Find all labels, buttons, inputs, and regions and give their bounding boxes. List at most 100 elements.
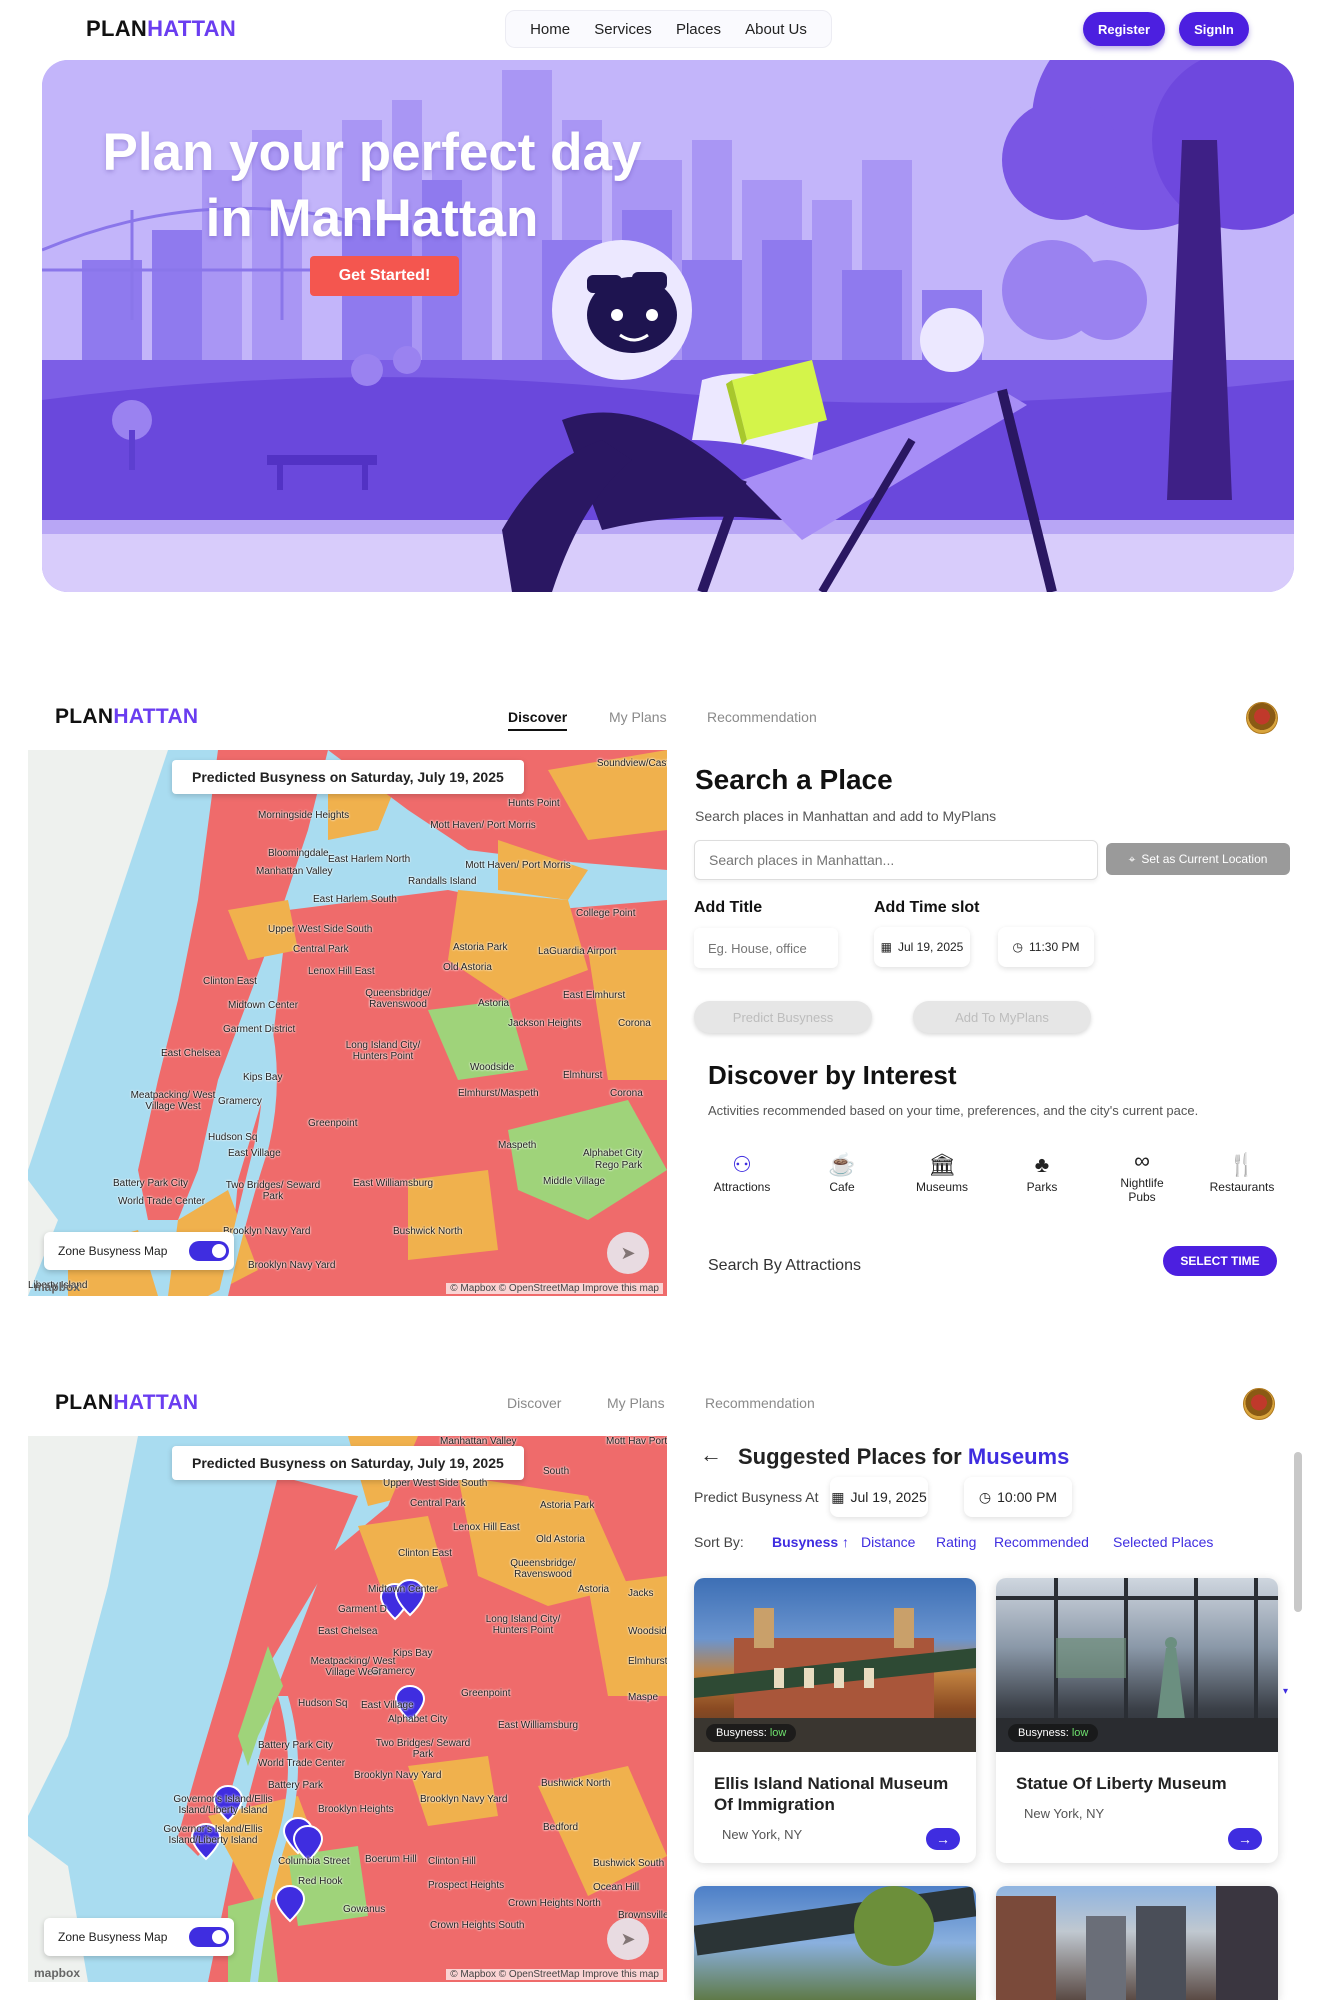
sort-selected-places[interactable]: Selected Places xyxy=(1113,1534,1213,1550)
map-label: Corona xyxy=(610,1088,643,1099)
tab-recommendation[interactable]: Recommendation xyxy=(707,709,817,725)
set-current-location-button[interactable]: ⌖ Set as Current Location xyxy=(1106,843,1290,875)
hero-banner: Plan your perfect day in ManHattan Get S… xyxy=(42,60,1294,592)
back-arrow-icon[interactable]: ← xyxy=(700,1442,722,1468)
tab-recommendation-2[interactable]: Recommendation xyxy=(705,1395,815,1411)
place-name: Ellis Island National Museum Of Immigrat… xyxy=(714,1774,949,1814)
search-input[interactable] xyxy=(694,840,1098,880)
category-parks[interactable]: ♣ Parks xyxy=(997,1150,1087,1194)
map-label: East Williamsburg xyxy=(498,1720,579,1731)
map-attribution[interactable]: © Mapbox © OpenStreetMap Improve this ma… xyxy=(446,1283,663,1294)
zone-busyness-toggle[interactable] xyxy=(189,1241,230,1261)
avatar[interactable] xyxy=(1246,702,1278,734)
map-label: Middle Village xyxy=(543,1176,606,1187)
nav-home[interactable]: Home xyxy=(530,21,570,38)
map-label: Astoria Park xyxy=(540,1500,595,1511)
map-label: Midtown Center xyxy=(228,1000,299,1011)
zone-busyness-toggle-box[interactable]: Zone Busyness Map xyxy=(44,1232,234,1270)
map-label: LaGuardia Airport xyxy=(538,946,617,957)
category-attractions[interactable]: ⚇ Attractions xyxy=(697,1150,787,1194)
arrow-right-icon[interactable]: → xyxy=(1228,1828,1262,1850)
map-label: Prospect Heights xyxy=(428,1880,505,1891)
place-card[interactable] xyxy=(694,1886,976,2000)
category-cafe[interactable]: ☕ Cafe xyxy=(797,1150,887,1194)
map-label: Garment D xyxy=(338,1604,387,1615)
discover-subtitle: Activities recommended based on your tim… xyxy=(708,1103,1199,1118)
scroll-down-icon[interactable]: ▾ xyxy=(1283,1686,1288,1697)
add-to-myplans-button[interactable]: Add To MyPlans xyxy=(913,1001,1091,1033)
title-input[interactable] xyxy=(694,928,838,968)
locate-icon-2[interactable]: ➤ xyxy=(607,1918,649,1960)
map-label: Manhattan Valley xyxy=(256,866,333,877)
map-label: Bushwick South xyxy=(593,1858,665,1869)
avatar-2[interactable] xyxy=(1243,1388,1275,1420)
tab-discover[interactable]: Discover xyxy=(508,709,568,731)
map-label: Alphabet City xyxy=(583,1148,643,1159)
time-picker[interactable]: ◷ 11:30 PM xyxy=(998,927,1094,967)
map-label: Hudson Sq xyxy=(208,1132,258,1143)
sort-distance[interactable]: Distance xyxy=(861,1534,915,1550)
mapbox-logo[interactable]: mapbox xyxy=(34,1280,80,1294)
tab-my-plans[interactable]: My Plans xyxy=(609,709,667,725)
date-picker[interactable]: ▦ Jul 19, 2025 xyxy=(874,927,970,967)
map-label: Mott Haven/ Port Morris xyxy=(430,820,536,831)
zone-busyness-toggle-box-2[interactable]: Zone Busyness Map xyxy=(44,1918,234,1956)
map-label: Randalls Island xyxy=(408,876,477,887)
map-label: World Trade Center xyxy=(118,1196,206,1207)
map-label: Maspeth xyxy=(498,1140,537,1151)
map-label: Maspe xyxy=(628,1692,659,1703)
locate-icon[interactable]: ➤ xyxy=(607,1232,649,1274)
tab-discover-2[interactable]: Discover xyxy=(507,1395,561,1411)
map-label: Long Island City/ Hunters Point xyxy=(485,1614,561,1636)
busyness-map-2[interactable]: Predicted Busyness on Saturday, July 19,… xyxy=(28,1436,667,1982)
map-label: Bloomingdale xyxy=(268,848,329,859)
zone-busyness-label-2: Zone Busyness Map xyxy=(58,1930,168,1944)
suggest-time-picker[interactable]: ◷ 10:00 PM xyxy=(964,1477,1072,1517)
place-card[interactable]: Busyness: low Statue Of Liberty Museum N… xyxy=(996,1578,1278,1863)
clock-icon: ◷ xyxy=(1012,940,1023,954)
suggest-date-picker[interactable]: ▦ Jul 19, 2025 xyxy=(830,1477,928,1517)
map-attribution-2[interactable]: © Mapbox © OpenStreetMap Improve this ma… xyxy=(446,1969,663,1980)
predict-busyness-button[interactable]: Predict Busyness xyxy=(694,1001,872,1033)
nav-places[interactable]: Places xyxy=(676,21,721,38)
sort-rating[interactable]: Rating xyxy=(936,1534,976,1550)
category-museums[interactable]: 🏛 Museums xyxy=(897,1150,987,1194)
map-label: Clinton East xyxy=(203,976,257,987)
category-restaurants[interactable]: 🍴 Restaurants xyxy=(1197,1150,1287,1194)
busyness-map[interactable]: Predicted Busyness on Saturday, July 19,… xyxy=(28,750,667,1296)
register-button[interactable]: Register xyxy=(1083,12,1165,46)
map-label: Greenpoint xyxy=(461,1688,511,1699)
map-label: Clinton East xyxy=(398,1548,452,1559)
tab-my-plans-2[interactable]: My Plans xyxy=(607,1395,665,1411)
map-label: Soundview/Castle Hi xyxy=(596,758,667,769)
suggested-title: Suggested Places for Museums xyxy=(738,1444,1070,1469)
select-time-button[interactable]: SELECT TIME xyxy=(1163,1246,1277,1276)
nav-about[interactable]: About Us xyxy=(745,21,807,38)
map-label: Bedford xyxy=(543,1822,579,1833)
app-logo-2[interactable]: PLANHATTAN xyxy=(55,1391,198,1415)
arrow-right-icon[interactable]: → xyxy=(926,1828,960,1850)
place-image xyxy=(694,1886,976,2000)
signin-button[interactable]: SignIn xyxy=(1179,12,1249,46)
sort-recommended[interactable]: Recommended xyxy=(994,1534,1089,1550)
utensils-icon: 🍴 xyxy=(1228,1152,1256,1177)
category-nightlife[interactable]: ∞ Nightlife Pubs xyxy=(1097,1146,1187,1204)
app-logo[interactable]: PLANHATTAN xyxy=(55,705,198,729)
landing-logo[interactable]: PLANHATTAN xyxy=(86,16,236,42)
map-label: Red Hook xyxy=(298,1876,343,1887)
scrollbar-thumb[interactable] xyxy=(1294,1452,1302,1612)
nav-services[interactable]: Services xyxy=(594,21,652,38)
zone-busyness-toggle-2[interactable] xyxy=(189,1927,230,1947)
get-started-button[interactable]: Get Started! xyxy=(310,256,459,296)
search-subtitle: Search places in Manhattan and add to My… xyxy=(695,808,997,824)
map-label: Bushwick North xyxy=(541,1778,611,1789)
place-card[interactable] xyxy=(996,1886,1278,2000)
map-label: Boerum Hill xyxy=(365,1854,417,1865)
map-label: Astoria Park xyxy=(453,942,508,953)
sort-busyness[interactable]: Busyness ↑ xyxy=(772,1534,849,1550)
place-card[interactable]: Busyness: low Ellis Island National Muse… xyxy=(694,1578,976,1863)
map-label: Central Park xyxy=(293,944,349,955)
mapbox-logo-2[interactable]: mapbox xyxy=(34,1966,80,1980)
map-label: Queensbridge/ Ravenswood xyxy=(510,1558,576,1580)
map-label: East Village xyxy=(361,1700,414,1711)
